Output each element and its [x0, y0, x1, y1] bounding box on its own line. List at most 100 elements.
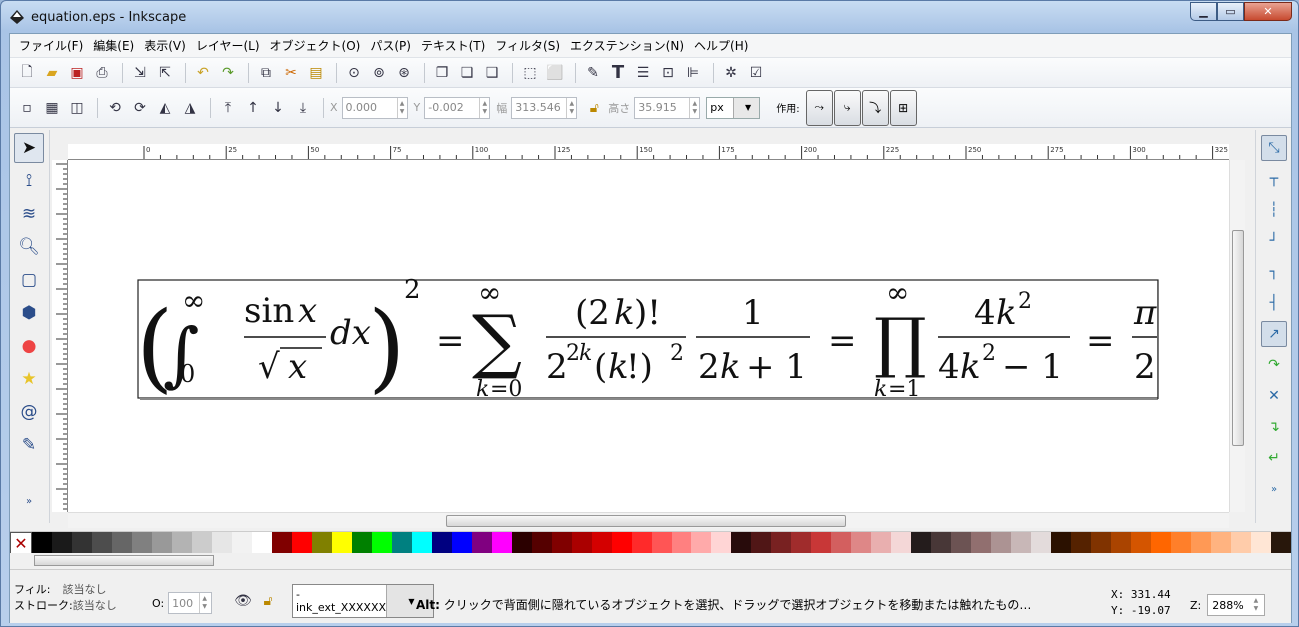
color-swatch[interactable] [991, 532, 1012, 554]
spiral-tool[interactable]: @ [14, 397, 44, 427]
color-swatch[interactable] [611, 532, 632, 554]
layer-select[interactable]: -ink_ext_XXXXXX ▼ [292, 584, 434, 618]
stroke-value[interactable]: 該当なし [73, 599, 117, 612]
clone-icon[interactable]: ❏ [456, 62, 478, 84]
color-swatch[interactable] [251, 532, 272, 554]
color-swatch[interactable] [151, 532, 172, 554]
flip-horizontal-icon[interactable]: ◭ [154, 97, 176, 119]
snap-bbox-edge-toggle[interactable]: ┆ [1261, 197, 1287, 223]
color-swatch[interactable] [1131, 532, 1152, 554]
zoom-drawing-icon[interactable]: ⊚ [368, 62, 390, 84]
maximize-button[interactable]: ▭ [1217, 2, 1244, 21]
snap-paths-toggle[interactable]: ↷ [1261, 352, 1287, 378]
color-swatch[interactable] [671, 532, 692, 554]
lower-bottom-icon[interactable]: ⤓ [292, 97, 314, 119]
palette-scroll-thumb[interactable] [34, 555, 214, 566]
no-paint-swatch[interactable]: ✕ [10, 532, 32, 554]
horizontal-scroll-thumb[interactable] [446, 515, 846, 527]
align-icon[interactable]: ⊫ [682, 62, 704, 84]
opacity-spinner-arrows[interactable]: ▲ ▼ [199, 593, 209, 613]
color-swatch[interactable] [691, 532, 712, 554]
zoom-page-icon[interactable]: ⊛ [393, 62, 415, 84]
color-swatch[interactable] [711, 532, 732, 554]
snap-bbox-center-toggle[interactable]: ┤ [1261, 290, 1287, 316]
color-swatch[interactable] [1151, 532, 1172, 554]
color-swatch[interactable] [1251, 532, 1272, 554]
zoom-field[interactable]: 288% ▲ ▼ [1207, 594, 1266, 616]
width-input[interactable] [512, 97, 567, 118]
x-field[interactable]: ▲▼ [341, 96, 408, 119]
lower-icon[interactable]: ↓ [267, 97, 289, 119]
menu-edit[interactable]: 編集(E) [88, 37, 139, 54]
color-swatch[interactable] [391, 532, 412, 554]
drawing-canvas[interactable]: ( ∫ ∞ 0 sin x √ x dx ) 2 = ∞ ∑ k =0 (2 k… [68, 160, 1229, 512]
raise-top-icon[interactable]: ⤒ [217, 97, 239, 119]
palette-scrollbar[interactable] [10, 553, 1291, 569]
undo-icon[interactable]: ↶ [192, 62, 214, 84]
flip-vertical-icon[interactable]: ◮ [179, 97, 201, 119]
transform-gradients-toggle[interactable]: ⤵ [861, 89, 889, 126]
menu-filters[interactable]: フィルタ(S) [490, 37, 565, 54]
color-swatch[interactable] [331, 532, 352, 554]
menu-extensions[interactable]: エクステンション(N) [565, 37, 689, 54]
color-swatch[interactable] [51, 532, 72, 554]
color-swatch[interactable] [571, 532, 592, 554]
width-field[interactable]: ▲▼ [511, 96, 578, 119]
width-spinner-arrows[interactable]: ▲ ▼ [566, 97, 576, 118]
raise-icon[interactable]: ↑ [242, 97, 264, 119]
snap-smooth-toggle[interactable]: ↵ [1261, 445, 1287, 471]
select-all-icon[interactable]: ▫ [16, 97, 38, 119]
menu-view[interactable]: 表示(V) [139, 37, 191, 54]
color-swatch[interactable] [911, 532, 932, 554]
opacity-input[interactable] [169, 593, 200, 613]
color-swatch[interactable] [771, 532, 792, 554]
color-swatch[interactable] [91, 532, 112, 554]
more-snap-button[interactable]: » [1261, 476, 1287, 502]
color-swatch[interactable] [631, 532, 652, 554]
save-icon[interactable]: ▣ [66, 62, 88, 84]
color-swatch[interactable] [871, 532, 892, 554]
snap-bbox-toggle[interactable]: ┬ [1261, 166, 1287, 192]
deselect-icon[interactable]: ◫ [66, 97, 88, 119]
color-swatch[interactable] [1051, 532, 1072, 554]
color-swatch[interactable] [71, 532, 92, 554]
vertical-scrollbar[interactable] [1229, 160, 1245, 512]
xml-editor-icon[interactable]: ⊡ [657, 62, 679, 84]
select-all-layers-icon[interactable]: ▦ [41, 97, 63, 119]
color-swatch[interactable] [531, 532, 552, 554]
color-swatch[interactable] [471, 532, 492, 554]
snap-bbox-corner-toggle[interactable]: ┘ [1261, 228, 1287, 254]
pencil-tool[interactable]: ✎ [14, 430, 44, 460]
scale-stroke-toggle[interactable]: ⤳ [805, 89, 833, 126]
node-tool[interactable]: ⟟ [14, 166, 44, 196]
menu-file[interactable]: ファイル(F) [14, 37, 88, 54]
eye-icon[interactable]: 👁︎ [232, 590, 254, 612]
opacity-field[interactable]: ▲▼ [168, 592, 213, 614]
horizontal-ruler[interactable]: 0 25 50 75 100 125 150 175 200 225 250 275 300 325 [68, 144, 1229, 160]
zoom-tool[interactable]: 🔍︎ [14, 232, 44, 262]
new-document-icon[interactable]: 🗋 [16, 62, 38, 84]
color-swatch[interactable] [171, 532, 192, 554]
color-swatch[interactable] [1211, 532, 1232, 554]
tweak-tool[interactable]: ≋ [14, 199, 44, 229]
color-swatch[interactable] [211, 532, 232, 554]
color-swatch[interactable] [411, 532, 432, 554]
unlink-clone-icon[interactable]: ❑ [481, 62, 503, 84]
select-tool[interactable]: ➤ [14, 133, 44, 163]
lock-icon[interactable]: 🔓︎ [257, 590, 279, 612]
transform-patterns-toggle[interactable]: ⊞ [889, 89, 917, 126]
snap-nodes-toggle[interactable]: ↗ [1261, 321, 1287, 347]
horizontal-scrollbar[interactable] [68, 512, 1229, 528]
color-swatch[interactable] [971, 532, 992, 554]
color-swatch[interactable] [231, 532, 252, 554]
group-icon[interactable]: ⬚ [519, 62, 541, 84]
ellipse-tool[interactable]: ● [14, 331, 44, 361]
height-field[interactable]: ▲▼ [634, 96, 701, 119]
x-spinner-arrows[interactable]: ▲ ▼ [396, 97, 407, 118]
cut-icon[interactable]: ✂ [280, 62, 302, 84]
color-swatch[interactable] [651, 532, 672, 554]
color-swatch[interactable] [351, 532, 372, 554]
menu-path[interactable]: パス(P) [365, 37, 416, 54]
snap-bbox-midpoint-toggle[interactable]: ┐ [1261, 259, 1287, 285]
fill-value[interactable]: 該当なし [63, 583, 107, 596]
